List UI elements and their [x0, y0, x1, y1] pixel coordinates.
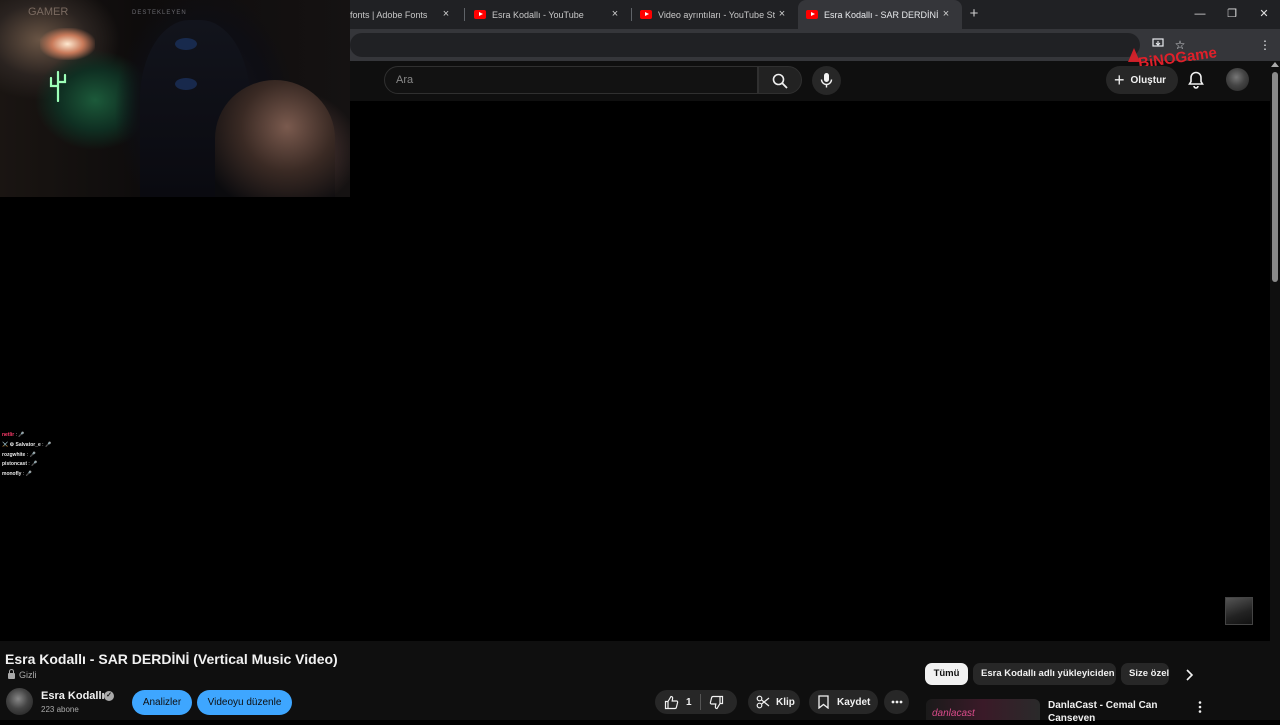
neon-sign — [40, 28, 95, 60]
thumbnail-text: danlacast — [932, 708, 975, 719]
tab-youtube-channel[interactable]: Esra Kodallı - YouTube × — [466, 0, 631, 29]
player-channel-watermark — [1225, 597, 1253, 625]
tab-close-icon[interactable]: × — [609, 8, 621, 20]
search-button[interactable] — [758, 66, 802, 94]
browser-menu-icon[interactable]: ⋮ — [1257, 37, 1273, 53]
channel-name[interactable]: Esra Kodallı — [41, 690, 105, 702]
search-icon — [772, 73, 788, 89]
more-vertical-icon[interactable] — [1195, 700, 1205, 714]
like-thumb-up-icon[interactable] — [664, 695, 679, 710]
lock-icon — [8, 669, 15, 679]
chat-message: rozgwhite : 🎤 — [2, 451, 36, 458]
scrollbar-thumb[interactable] — [1272, 72, 1278, 282]
tab-youtube-studio[interactable]: Video ayrıntıları - YouTube Studio × — [632, 0, 798, 29]
chair-logo-icon — [175, 38, 197, 50]
wall-sign-text: GAMER — [28, 6, 69, 18]
save-button[interactable]: Kaydet — [809, 690, 878, 714]
youtube-icon — [474, 10, 486, 19]
tab-title: Video ayrıntıları - YouTube Studio — [658, 9, 775, 20]
account-avatar[interactable] — [1226, 68, 1249, 91]
like-divider — [699, 694, 701, 710]
analytics-button[interactable]: Analizler — [132, 690, 192, 715]
recommendation-thumbnail[interactable]: danlacast — [926, 699, 1040, 720]
more-actions-button[interactable] — [884, 690, 909, 714]
more-horizontal-icon — [891, 700, 902, 704]
youtube-icon — [640, 10, 652, 19]
scroll-up-arrow-icon[interactable] — [1271, 62, 1279, 67]
scissors-icon — [756, 695, 770, 709]
streamer — [215, 80, 335, 197]
dislike-thumb-down-icon[interactable] — [709, 695, 724, 710]
chip-for-you[interactable]: Size özel — [1121, 663, 1169, 685]
address-bar[interactable] — [350, 33, 1140, 57]
chair-logo-icon — [175, 78, 197, 90]
plus-icon: + — [1114, 70, 1125, 90]
microphone-icon — [820, 73, 833, 88]
tab-active-video[interactable]: Esra Kodallı - SAR DERDİNİ (Vertical Mus… — [798, 0, 962, 29]
create-button[interactable]: + Oluştur — [1106, 66, 1178, 94]
youtube-icon — [806, 10, 818, 19]
window-close-button[interactable]: ✕ — [1256, 6, 1272, 22]
tab-title: fonts | Adobe Fonts — [350, 9, 428, 20]
wall-sign-text-2: DESTEKLEYEN — [132, 10, 187, 16]
tab-close-icon[interactable]: × — [776, 8, 788, 20]
chip-all[interactable]: Tümü — [925, 663, 968, 685]
verified-badge-icon: ✓ — [104, 691, 114, 701]
new-tab-button[interactable]: + — [966, 6, 982, 22]
tab-close-icon[interactable]: × — [940, 8, 952, 20]
like-count: 1 — [686, 696, 692, 708]
edit-video-button[interactable]: Videoyu düzenle — [197, 690, 292, 715]
chip-from-uploader[interactable]: Esra Kodallı adlı yükleyiciden — [973, 663, 1116, 685]
chat-message: pistoncast : 🎤 — [2, 461, 38, 468]
privacy-badge: Gizli — [8, 669, 37, 680]
tab-separator — [464, 8, 465, 21]
channel-avatar[interactable] — [6, 688, 33, 715]
chat-message: netlir : 🎤 — [2, 432, 25, 438]
stream-chat-overlay: netlir : 🎤 ⚔️ ⚙ Salvator_e : 🎤 rozgwhite… — [2, 431, 92, 480]
voice-search-button[interactable] — [812, 66, 841, 95]
chat-message: ⚔️ ⚙ Salvator_e : 🎤 — [2, 441, 52, 448]
streamer-webcam: GAMER DESTEKLEYEN — [0, 0, 350, 197]
neon-cactus — [49, 70, 67, 102]
create-label: Oluştur — [1130, 74, 1167, 86]
video-title: Esra Kodallı - SAR DERDİNİ (Vertical Mus… — [5, 651, 338, 667]
tab-title: Esra Kodallı - SAR DERDİNİ (Vertical Mus… — [824, 9, 940, 20]
subscriber-count: 223 abone — [41, 705, 79, 714]
chat-message: monofly : 🎤 — [2, 471, 32, 478]
privacy-label: Gizli — [19, 670, 37, 680]
clip-label: Klip — [776, 696, 795, 708]
like-dislike-group: 1 — [655, 690, 737, 714]
clip-button[interactable]: Klip — [748, 690, 800, 714]
channel-watermark-logo: BiNOGame — [1128, 44, 1218, 66]
search-input[interactable]: Ara — [384, 66, 758, 94]
recommendation-title[interactable]: DanlaCast - Cemal Can Canseven — [1048, 699, 1178, 725]
tab-adobe-fonts[interactable]: fonts | Adobe Fonts × — [342, 0, 462, 29]
notifications-bell-icon[interactable] — [1186, 70, 1206, 90]
save-label: Kaydet — [837, 696, 871, 708]
tab-title: Esra Kodallı - YouTube — [492, 9, 584, 20]
bookmark-icon — [818, 695, 829, 709]
tab-close-icon[interactable]: × — [440, 8, 452, 20]
chevron-right-icon[interactable] — [1182, 668, 1196, 682]
watermark-text: BiNOGame — [1137, 44, 1218, 66]
